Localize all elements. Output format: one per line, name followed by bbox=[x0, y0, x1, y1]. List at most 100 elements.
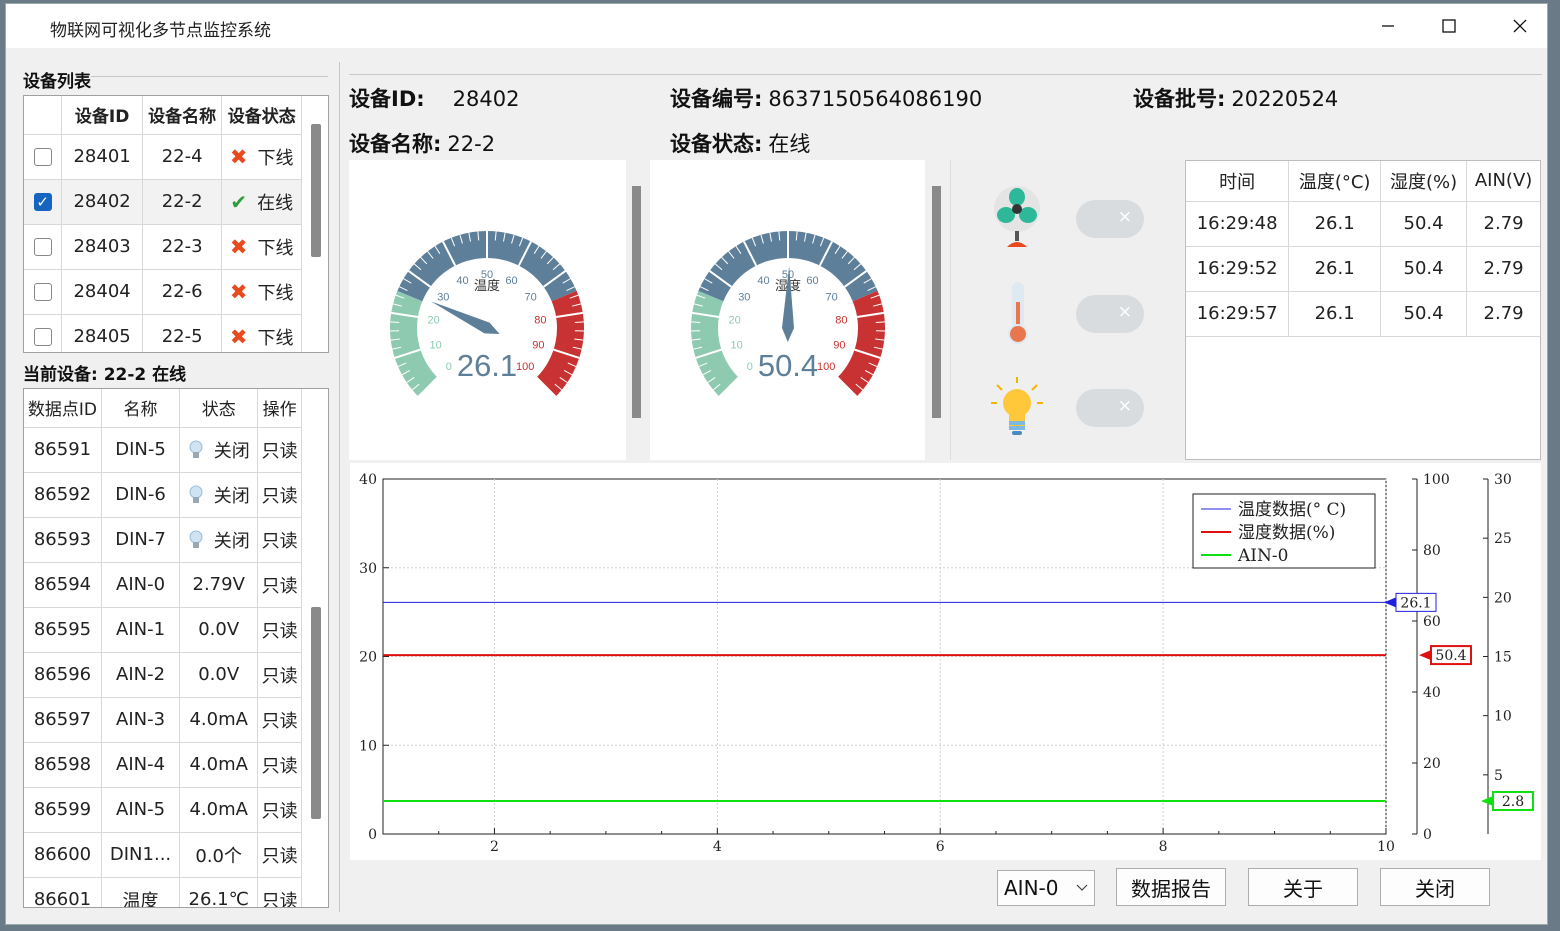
device-checkbox-cell bbox=[24, 134, 63, 180]
history-cell: 26.1 bbox=[1288, 246, 1382, 292]
right-axis-tick-label: 40 bbox=[1423, 685, 1441, 701]
thermometer-toggle[interactable]: × bbox=[1076, 295, 1144, 333]
device-col-header[interactable]: 设备状态 bbox=[221, 96, 302, 135]
device-checkbox[interactable] bbox=[33, 148, 52, 166]
series-tag-label: 50.4 bbox=[1435, 648, 1466, 664]
minimize-icon bbox=[1382, 25, 1394, 27]
datapoint-row[interactable]: 86597 AIN-3 4.0mA 只读 bbox=[24, 697, 302, 743]
datapoint-op-cell[interactable]: 只读 bbox=[257, 787, 302, 833]
device-id-info: 设备ID: 28402 bbox=[349, 83, 519, 113]
gauge-tick-label: 20 bbox=[729, 315, 741, 327]
datapoint-state-cell: 关闭 bbox=[179, 517, 259, 563]
datapoint-name-cell: DIN-6 bbox=[101, 472, 181, 518]
device-row[interactable]: 28403 22-3 ✖ 下线 bbox=[24, 224, 302, 270]
close-button[interactable]: 关闭 bbox=[1380, 868, 1490, 906]
device-status-cell: ✖ 下线 bbox=[221, 314, 302, 352]
cross-icon: ✖ bbox=[229, 324, 248, 349]
device-batch-info: 设备批号: 20220524 bbox=[1133, 83, 1338, 113]
device-col-header[interactable] bbox=[24, 96, 63, 135]
bulb-off-icon bbox=[189, 440, 203, 458]
history-col-header[interactable]: 湿度(%) bbox=[1380, 161, 1468, 202]
history-col-header[interactable]: 温度(°C) bbox=[1288, 161, 1382, 202]
datapoint-row[interactable]: 86596 AIN-2 0.0V 只读 bbox=[24, 652, 302, 698]
datapoint-row[interactable]: 86601 温度 26.1℃ 只读 bbox=[24, 877, 302, 907]
device-status-text: 下线 bbox=[257, 282, 294, 304]
datapoint-op-cell[interactable]: 只读 bbox=[257, 562, 302, 608]
datapoint-id-cell: 86598 bbox=[24, 742, 102, 788]
datapoint-col-header[interactable]: 名称 bbox=[101, 389, 181, 428]
datapoint-row[interactable]: 86598 AIN-4 4.0mA 只读 bbox=[24, 742, 302, 788]
about-button[interactable]: 关于 bbox=[1248, 868, 1358, 906]
right-axis-tick-label: 20 bbox=[1423, 756, 1441, 772]
datapoint-op-cell[interactable]: 只读 bbox=[257, 427, 302, 473]
datapoint-state-cell: 0.0个 bbox=[179, 832, 259, 878]
device-name-value: 22-2 bbox=[447, 132, 496, 156]
device-col-header[interactable]: 设备ID bbox=[61, 96, 143, 135]
gauge-scrollbar-2[interactable] bbox=[932, 186, 941, 418]
device-col-header[interactable]: 设备名称 bbox=[142, 96, 223, 135]
right-axis-tick-label: 5 bbox=[1494, 768, 1503, 784]
trend-chart: 2 4 6 8 10 0 10 20 30 40 0 20 40 60 80 100 5 10 15 20 25 30 26… bbox=[350, 463, 1541, 860]
datapoint-scrollbar[interactable] bbox=[311, 607, 321, 819]
datapoint-op-cell[interactable]: 只读 bbox=[257, 472, 302, 518]
datapoint-row[interactable]: 86599 AIN-5 4.0mA 只读 bbox=[24, 787, 302, 833]
datapoint-row[interactable]: 86593 DIN-7 关闭 只读 bbox=[24, 517, 302, 563]
gauge-tick-label: 30 bbox=[738, 291, 750, 303]
device-list-scrollbar[interactable] bbox=[311, 124, 321, 257]
datapoint-row[interactable]: 86594 AIN-0 2.79V 只读 bbox=[24, 562, 302, 608]
datapoint-col-header[interactable]: 操作 bbox=[257, 389, 302, 428]
data-report-button[interactable]: 数据报告 bbox=[1116, 868, 1226, 906]
device-row[interactable]: ✓ 28402 22-2 ✔ 在线 bbox=[24, 179, 302, 225]
history-row[interactable]: 16:29:48 26.1 50.4 2.79 bbox=[1186, 201, 1540, 247]
history-cell: 2.79 bbox=[1466, 246, 1540, 292]
datapoint-col-header[interactable]: 数据点ID bbox=[24, 389, 102, 428]
datapoint-row[interactable]: 86595 AIN-1 0.0V 只读 bbox=[24, 607, 302, 653]
humidity-gauge: 0102030405060708090100湿度50.4 bbox=[691, 230, 885, 398]
gauge-tick-label: 80 bbox=[534, 315, 546, 327]
gauge-tick bbox=[875, 321, 885, 323]
bulb-off-icon bbox=[189, 530, 203, 548]
datapoint-row[interactable]: 86591 DIN-5 关闭 只读 bbox=[24, 427, 302, 473]
datapoint-op-cell[interactable]: 只读 bbox=[257, 652, 302, 698]
splitter[interactable] bbox=[339, 62, 340, 912]
history-col-header[interactable]: AIN(V) bbox=[1466, 161, 1540, 202]
datapoint-name-cell: AIN-1 bbox=[101, 607, 181, 653]
device-row[interactable]: 28404 22-6 ✖ 下线 bbox=[24, 269, 302, 315]
device-checkbox[interactable] bbox=[33, 283, 52, 301]
device-row[interactable]: 28405 22-5 ✖ 下线 bbox=[24, 314, 302, 352]
datapoint-col-header[interactable]: 状态 bbox=[179, 389, 259, 428]
datapoint-state-text: 0.0个 bbox=[195, 845, 243, 867]
device-id-cell: 28404 bbox=[61, 269, 143, 315]
thermometer-toggle-mark: × bbox=[1117, 302, 1132, 322]
minimize-button[interactable] bbox=[1358, 8, 1418, 44]
datapoint-op-cell[interactable]: 只读 bbox=[257, 832, 302, 878]
device-row[interactable]: 28401 22-4 ✖ 下线 bbox=[24, 134, 302, 180]
datapoint-row[interactable]: 86600 DIN1... 0.0个 只读 bbox=[24, 832, 302, 878]
history-row[interactable]: 16:29:57 26.1 50.4 2.79 bbox=[1186, 291, 1540, 337]
history-row[interactable]: 16:29:52 26.1 50.4 2.79 bbox=[1186, 246, 1540, 292]
lightbulb-toggle[interactable]: × bbox=[1076, 389, 1144, 427]
datapoint-state-cell: 4.0mA bbox=[179, 787, 259, 833]
cross-icon: ✖ bbox=[229, 279, 248, 304]
datapoint-op-cell[interactable]: 只读 bbox=[257, 607, 302, 653]
maximize-button[interactable] bbox=[1419, 8, 1479, 44]
datapoint-op-cell[interactable]: 只读 bbox=[257, 517, 302, 563]
gauge-scrollbar-1[interactable] bbox=[632, 186, 641, 418]
datapoint-op-cell[interactable]: 只读 bbox=[257, 697, 302, 743]
device-checkbox[interactable]: ✓ bbox=[33, 193, 52, 211]
datapoint-row[interactable]: 86592 DIN-6 关闭 只读 bbox=[24, 472, 302, 518]
datapoint-op-cell[interactable]: 只读 bbox=[257, 877, 302, 907]
history-col-header[interactable]: 时间 bbox=[1186, 161, 1290, 202]
device-checkbox[interactable] bbox=[33, 238, 52, 256]
series-select[interactable]: AIN-0 bbox=[997, 870, 1095, 906]
fan-toggle[interactable]: × bbox=[1076, 200, 1144, 238]
datapoint-state-cell: 0.0V bbox=[179, 607, 259, 653]
close-window-button[interactable] bbox=[1490, 8, 1550, 44]
device-checkbox[interactable] bbox=[33, 328, 52, 346]
lightbulb-toggle-mark: × bbox=[1117, 396, 1132, 416]
gauge-tick-label: 20 bbox=[428, 315, 440, 327]
series-tag-arrow bbox=[1419, 650, 1431, 661]
device-name-cell: 22-6 bbox=[142, 269, 223, 315]
datapoint-op-cell[interactable]: 只读 bbox=[257, 742, 302, 788]
history-cell: 50.4 bbox=[1380, 246, 1468, 292]
